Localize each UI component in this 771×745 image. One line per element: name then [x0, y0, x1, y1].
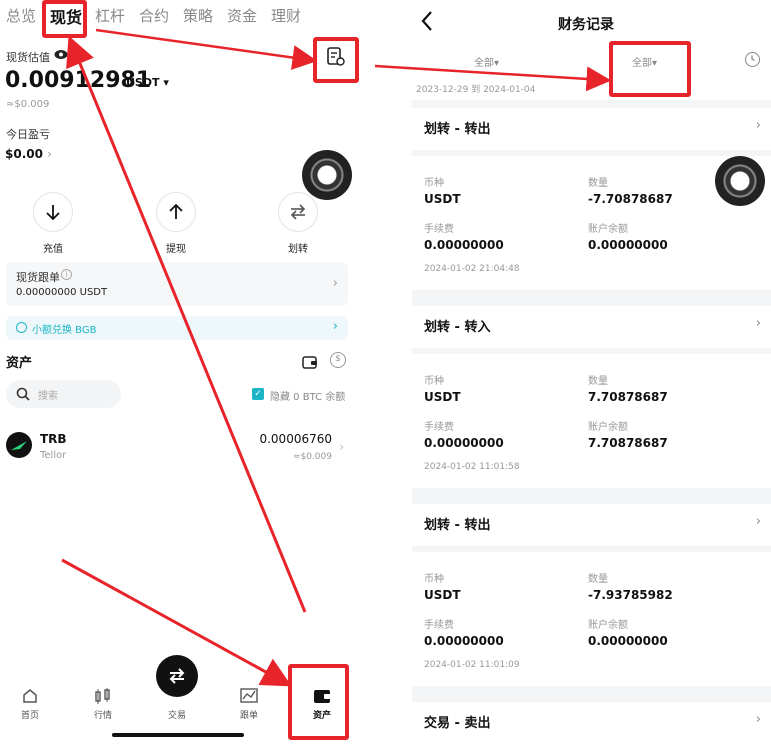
- arrow-to-filter: [374, 64, 612, 92]
- arrow-to-history: [95, 28, 318, 70]
- annotation-arrows: [61, 28, 612, 687]
- arrow-to-spot-tab: [66, 35, 307, 613]
- arrow-to-assets-nav: [61, 558, 292, 687]
